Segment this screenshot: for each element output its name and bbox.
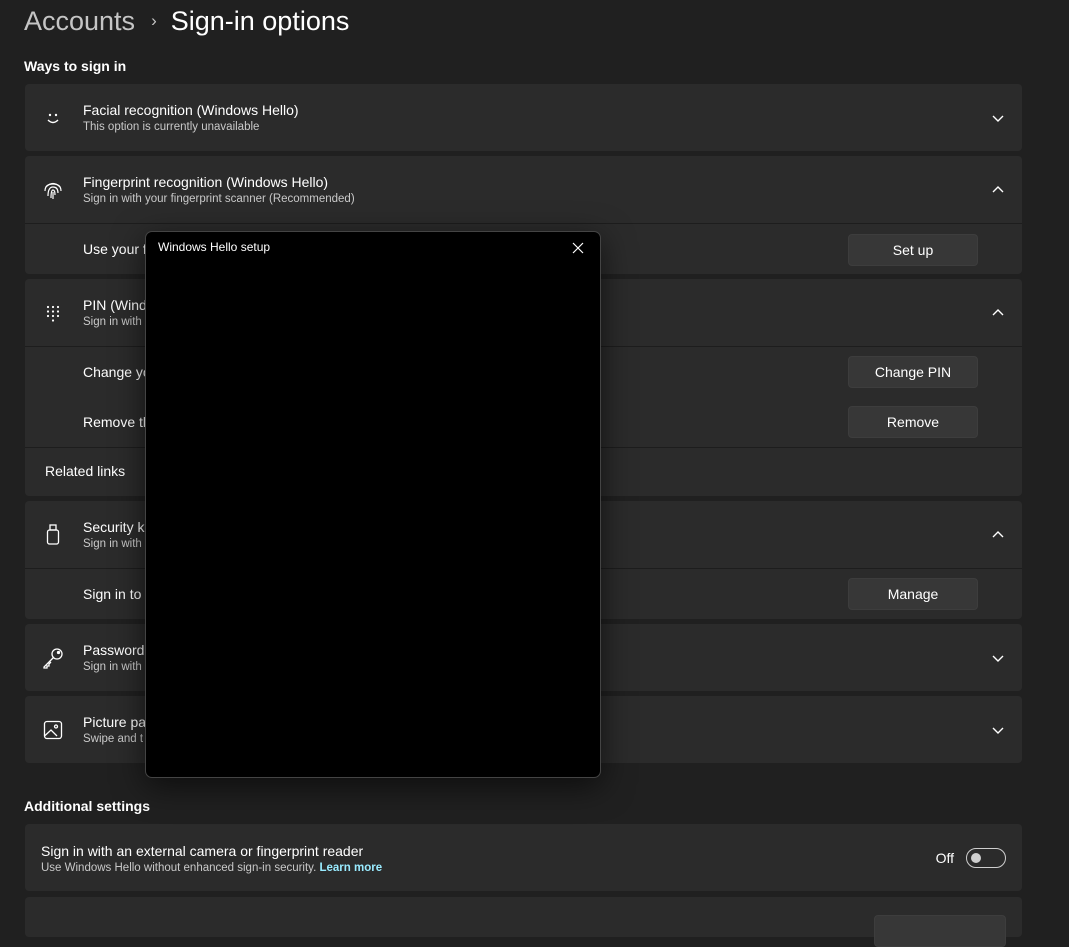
external-camera-title: Sign in with an external camera or finge… [41,843,364,859]
usb-key-icon [41,523,65,547]
breadcrumb-accounts[interactable]: Accounts [24,6,135,37]
key-icon [41,646,65,670]
picture-password-subtitle: Swipe and t [83,733,144,745]
pin-title: PIN (Wind [83,297,147,313]
chevron-down-icon[interactable] [990,722,1006,738]
remove-pin-label: Remove th [83,414,151,430]
external-camera-toggle[interactable] [966,848,1006,868]
ways-to-sign-in-heading: Ways to sign in [24,58,127,74]
dialog-title: Windows Hello setup [158,240,271,254]
related-links-label: Related links [45,463,126,479]
next-setting-button[interactable] [874,915,1006,947]
chevron-up-icon[interactable] [990,182,1006,198]
password-title: Password [83,642,145,658]
external-camera-card: Sign in with an external camera or finge… [25,824,1022,891]
close-icon[interactable] [570,240,586,256]
breadcrumb-separator: › [151,11,157,30]
security-key-row-label: Sign in to [83,586,142,602]
fingerprint-row-label: Use your f [83,241,147,257]
picture-icon [41,718,65,742]
toggle-knob [971,853,981,863]
security-key-title: Security k [83,519,145,535]
external-camera-subtitle: Use Windows Hello without enhanced sign-… [41,862,317,874]
breadcrumb: Accounts › Sign-in options [24,2,349,40]
page-title: Sign-in options [170,5,350,36]
chevron-up-icon[interactable] [990,527,1006,543]
picture-password-title: Picture pa [83,714,147,730]
pin-subtitle: Sign in with [83,316,142,328]
learn-more-link[interactable]: Learn more [319,862,382,874]
fingerprint-icon [41,178,65,202]
toggle-state-label: Off [935,850,954,866]
external-camera-subtitle-row: Use Windows Hello without enhanced sign-… [41,860,382,876]
fingerprint-title: Fingerprint recognition (Windows Hello) [83,174,329,190]
change-pin-button[interactable]: Change PIN [848,356,978,388]
security-key-subtitle: Sign in with [83,538,142,550]
additional-settings-heading: Additional settings [24,798,150,814]
change-pin-label: Change yo [83,364,151,380]
chevron-down-icon[interactable] [990,650,1006,666]
remove-button[interactable]: Remove [848,406,978,438]
facial-recognition-subtitle: This option is currently unavailable [83,121,260,133]
facial-recognition-title: Facial recognition (Windows Hello) [83,102,299,118]
password-subtitle: Sign in with [83,661,142,673]
set-up-button[interactable]: Set up [848,234,978,266]
chevron-down-icon[interactable] [990,110,1006,126]
keypad-icon [41,301,65,325]
windows-hello-setup-dialog: Windows Hello setup [145,231,601,778]
manage-button[interactable]: Manage [848,578,978,610]
chevron-up-icon[interactable] [990,305,1006,321]
fingerprint-recognition-card[interactable]: Fingerprint recognition (Windows Hello) … [25,156,1022,223]
facial-recognition-card[interactable]: Facial recognition (Windows Hello) This … [25,84,1022,151]
smile-icon [41,106,65,130]
fingerprint-subtitle: Sign in with your fingerprint scanner (R… [83,193,355,205]
next-setting-card [25,897,1022,947]
